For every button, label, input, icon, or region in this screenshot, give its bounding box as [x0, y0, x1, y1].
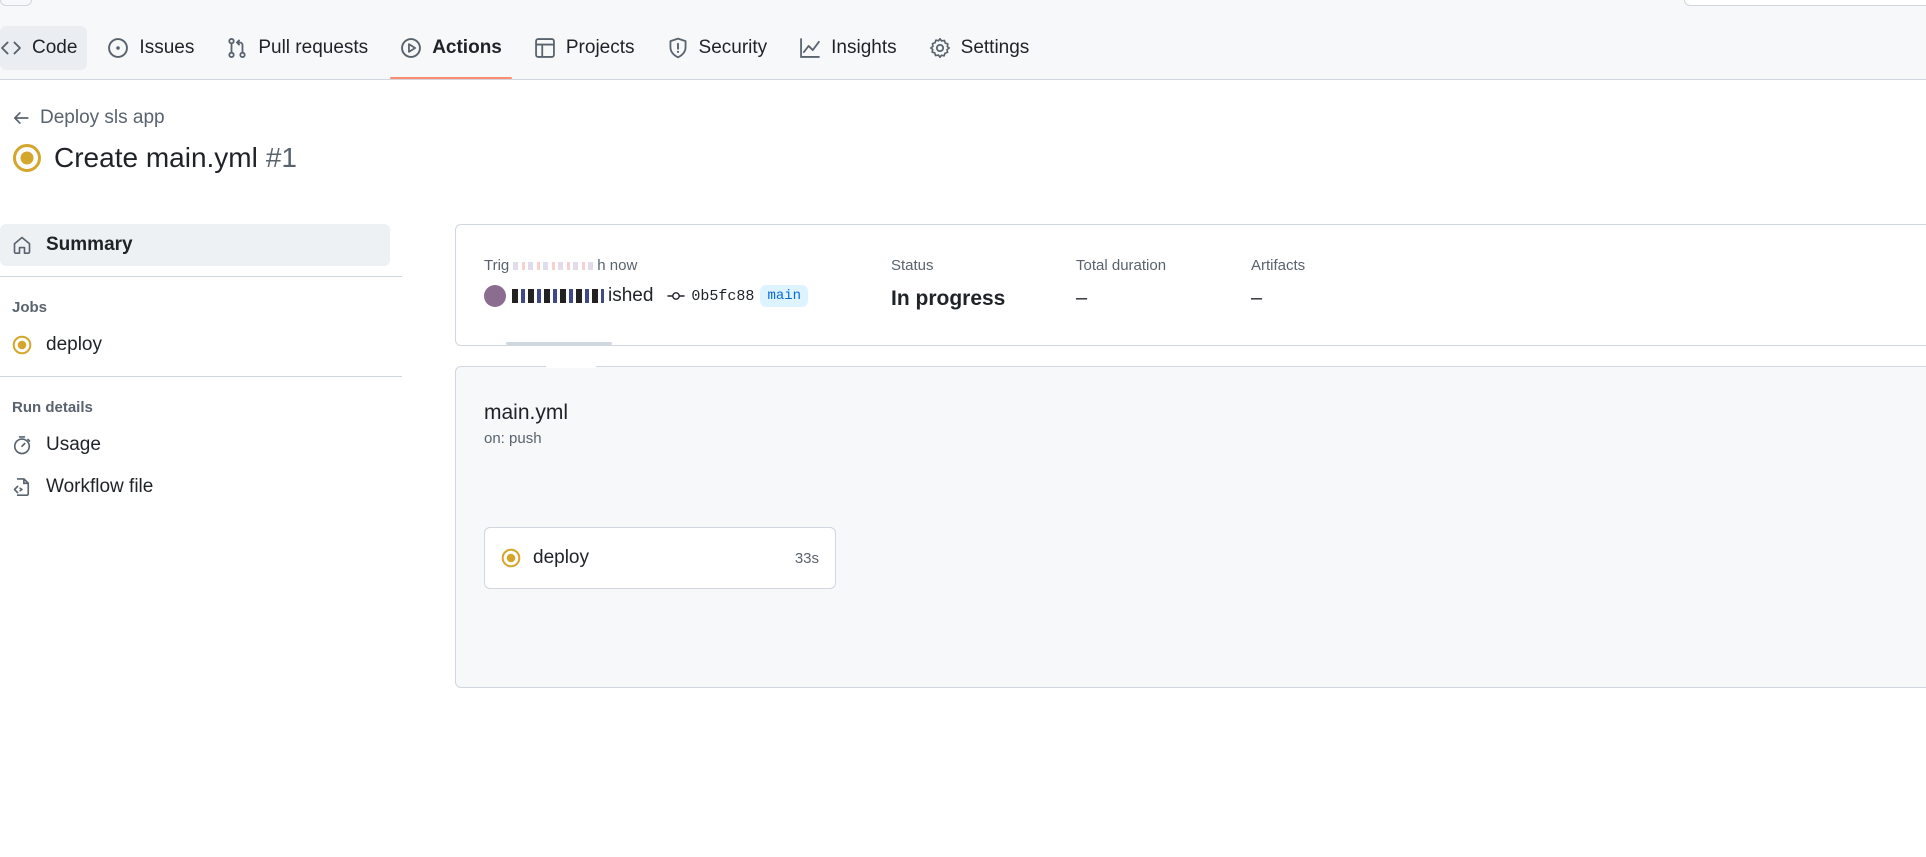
status-column: Status In progress: [891, 257, 1005, 311]
avatar[interactable]: [484, 285, 506, 307]
tab-actions[interactable]: Actions: [388, 26, 514, 79]
triggered-label-prefix: Trig: [484, 257, 510, 274]
tab-projects[interactable]: Projects: [522, 26, 647, 70]
workflow-trigger: on: push: [484, 430, 542, 447]
sidebar-item-workflow-file[interactable]: Workflow file: [0, 466, 402, 508]
sidebar-item-summary[interactable]: Summary: [0, 224, 390, 266]
artifacts-value: –: [1251, 287, 1263, 309]
search-input[interactable]: [1684, 0, 1926, 6]
shield-icon: [667, 37, 689, 59]
page-title: Create main.yml #1: [12, 142, 297, 174]
artifacts-label: Artifacts: [1251, 257, 1306, 274]
header-button-partial[interactable]: [0, 0, 32, 6]
tab-label: Security: [698, 37, 768, 58]
workflow-graph: main.yml on: push deploy 33s: [455, 366, 1926, 688]
duration-column: Total duration –: [1076, 257, 1166, 310]
tab-insights[interactable]: Insights: [787, 26, 908, 70]
divider: [546, 366, 596, 368]
repo-header: Code Issues Pull requests Actions Projec…: [0, 0, 1926, 80]
trigger-column: Trig h now ished 0b5fc88 main: [484, 257, 809, 307]
tab-label: Issues: [139, 37, 195, 58]
play-icon: [400, 37, 422, 59]
back-link-label: Deploy sls app: [40, 107, 165, 128]
arrow-left-icon: [12, 109, 30, 127]
file-code-icon: [12, 477, 32, 497]
stopwatch-icon: [12, 435, 32, 455]
duration-label: Total duration: [1076, 257, 1167, 274]
branch-badge[interactable]: main: [760, 285, 809, 307]
jobs-heading: Jobs: [12, 299, 48, 316]
sidebar-item-job-deploy[interactable]: deploy: [0, 324, 402, 366]
triggered-label: Trig h now: [484, 257, 808, 274]
tab-issues[interactable]: Issues: [95, 26, 206, 70]
in-progress-status-icon: [12, 143, 42, 173]
job-card-deploy[interactable]: deploy 33s: [484, 527, 836, 589]
run-title: Create main.yml: [54, 142, 258, 173]
sidebar-item-usage[interactable]: Usage: [0, 424, 402, 466]
sidebar-item-label: deploy: [46, 334, 102, 355]
trigger-details: ished 0b5fc88 main: [484, 285, 809, 307]
run-details-heading: Run details: [12, 399, 93, 416]
redacted-username: [512, 289, 604, 303]
run-number: #1: [265, 142, 297, 173]
back-to-workflow-link[interactable]: Deploy sls app: [12, 107, 165, 129]
issue-opened-icon: [107, 37, 129, 59]
tab-settings[interactable]: Settings: [917, 26, 1042, 70]
tab-label: Pull requests: [258, 37, 369, 58]
tab-label: Insights: [831, 37, 897, 58]
code-icon: [0, 37, 22, 59]
status-value: In progress: [891, 287, 1006, 310]
tab-label: Settings: [960, 37, 1030, 58]
graph-icon: [799, 37, 821, 59]
triggered-label-suffix: h now: [597, 257, 638, 274]
commit-link[interactable]: 0b5fc88: [667, 288, 754, 305]
pushed-text: ished: [608, 285, 654, 306]
tab-label: Projects: [565, 37, 635, 58]
sidebar-item-label: Summary: [46, 234, 133, 255]
github-logo[interactable]: [58, 0, 94, 4]
git-commit-icon: [667, 289, 686, 303]
run-sidebar: Summary Jobs deploy Run details Usage Wo…: [0, 224, 402, 508]
table-icon: [534, 37, 556, 59]
git-pull-request-icon: [226, 37, 248, 59]
sidebar-item-label: Usage: [46, 434, 101, 455]
sidebar-item-label: Workflow file: [46, 476, 154, 497]
gear-icon: [929, 37, 951, 59]
workflow-file-name: main.yml: [484, 401, 569, 424]
tab-security[interactable]: Security: [655, 26, 780, 70]
job-duration: 33s: [794, 549, 819, 567]
tab-label: Code: [32, 37, 78, 58]
tab-pull-requests[interactable]: Pull requests: [214, 26, 380, 70]
in-progress-status-icon: [501, 548, 521, 568]
tab-code[interactable]: Code: [0, 26, 88, 70]
redacted-text: [513, 262, 594, 270]
duration-value: –: [1076, 287, 1088, 309]
tab-label: Actions: [432, 37, 502, 58]
run-summary-card: Trig h now ished 0b5fc88 main Status In p…: [455, 224, 1926, 346]
job-name: deploy: [533, 547, 589, 568]
repo-tabs: Code Issues Pull requests Actions Projec…: [0, 26, 1049, 79]
commit-sha: 0b5fc88: [691, 287, 755, 305]
in-progress-status-icon: [12, 335, 32, 355]
home-icon: [12, 235, 32, 255]
status-label: Status: [891, 257, 934, 274]
artifacts-column: Artifacts –: [1251, 257, 1305, 310]
scrollbar[interactable]: [506, 342, 612, 345]
